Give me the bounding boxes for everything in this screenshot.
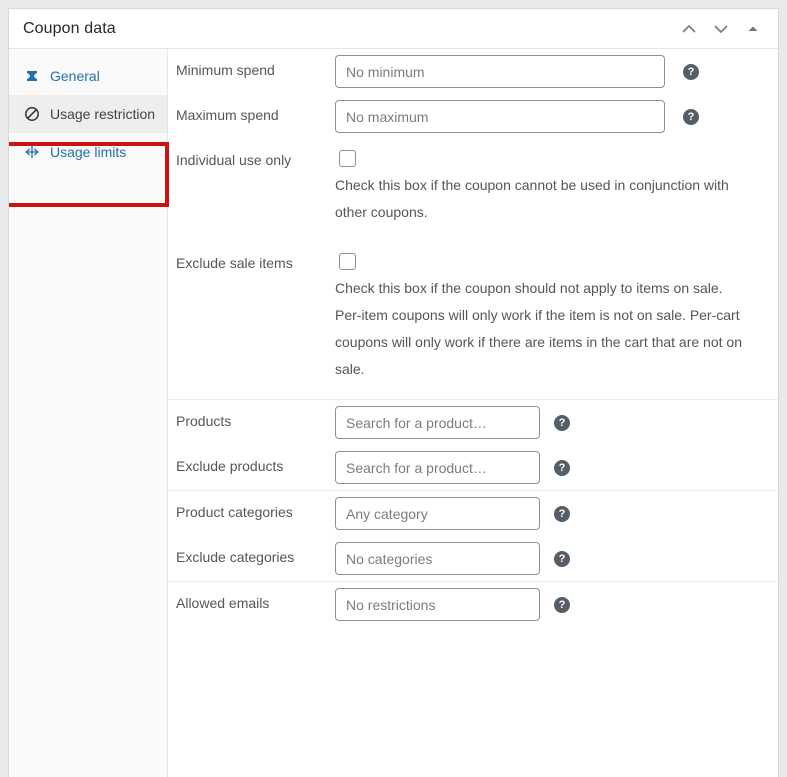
field-group-products: Products ? Exclude products ? bbox=[168, 399, 778, 490]
field-row-exclude-sale-items: Exclude sale items Check this box if the… bbox=[168, 242, 778, 399]
individual-use-only-label: Individual use only bbox=[176, 152, 292, 168]
help-icon[interactable]: ? bbox=[554, 506, 570, 522]
page-title: Coupon data bbox=[23, 19, 116, 37]
maximum-spend-input[interactable] bbox=[335, 100, 665, 133]
exclude-categories-label: Exclude categories bbox=[176, 549, 295, 565]
individual-use-only-checkbox[interactable] bbox=[339, 150, 356, 167]
minimum-spend-input[interactable] bbox=[335, 55, 665, 88]
exclude-sale-items-checkbox[interactable] bbox=[339, 253, 356, 270]
help-icon[interactable]: ? bbox=[554, 551, 570, 567]
exclude-categories-input[interactable] bbox=[335, 542, 540, 575]
move-up-button[interactable] bbox=[674, 14, 704, 44]
exclude-products-search-input[interactable] bbox=[335, 451, 540, 484]
field-group-categories: Product categories ? Exclude categories … bbox=[168, 490, 778, 581]
individual-use-only-description: Check this box if the coupon cannot be u… bbox=[335, 177, 729, 220]
usage-limits-icon bbox=[23, 142, 41, 162]
exclude-sale-items-description: Check this box if the coupon should not … bbox=[335, 280, 742, 377]
individual-use-only-control: Check this box if the coupon cannot be u… bbox=[335, 139, 778, 242]
field-group-emails: Allowed emails ? bbox=[168, 581, 778, 627]
help-icon[interactable]: ? bbox=[683, 109, 699, 125]
help-icon[interactable]: ? bbox=[554, 597, 570, 613]
field-row-product-categories: Product categories ? bbox=[168, 491, 778, 536]
chevron-down-icon bbox=[711, 19, 731, 39]
sidebar-item-general[interactable]: General bbox=[9, 57, 167, 95]
allowed-emails-control: ? bbox=[335, 582, 778, 627]
allowed-emails-label: Allowed emails bbox=[176, 595, 270, 611]
coupon-data-tabs: General Usage restriction Usage limits bbox=[9, 49, 169, 777]
exclude-products-label: Exclude products bbox=[176, 458, 284, 474]
exclude-products-control: ? bbox=[335, 445, 778, 490]
panel-header-actions bbox=[674, 9, 768, 49]
minimum-spend-label: Minimum spend bbox=[176, 62, 275, 78]
triangle-up-icon bbox=[743, 19, 763, 39]
field-row-individual-use-only: Individual use only Check this box if th… bbox=[168, 139, 778, 242]
toggle-panel-button[interactable] bbox=[738, 14, 768, 44]
maximum-spend-label: Maximum spend bbox=[176, 107, 279, 123]
field-group-spend-and-flags: Minimum spend ? Maximum spend ? Individu… bbox=[168, 49, 778, 399]
help-icon[interactable]: ? bbox=[554, 460, 570, 476]
panel-header: Coupon data bbox=[9, 9, 778, 49]
move-down-button[interactable] bbox=[706, 14, 736, 44]
product-categories-control: ? bbox=[335, 491, 778, 536]
exclude-categories-control: ? bbox=[335, 536, 778, 581]
maximum-spend-control: ? bbox=[335, 94, 778, 139]
prohibition-icon bbox=[23, 104, 41, 124]
allowed-emails-input[interactable] bbox=[335, 588, 540, 621]
sidebar-item-label: Usage limits bbox=[50, 144, 127, 160]
products-control: ? bbox=[335, 400, 778, 445]
panel-body: General Usage restriction Usage limits M… bbox=[9, 49, 778, 777]
product-categories-label: Product categories bbox=[176, 504, 293, 520]
field-row-exclude-products: Exclude products ? bbox=[168, 445, 778, 490]
products-search-input[interactable] bbox=[335, 406, 540, 439]
sidebar-item-usage-limits[interactable]: Usage limits bbox=[9, 133, 167, 171]
coupon-data-panel: Coupon data General Usage restriction Us… bbox=[8, 8, 779, 777]
sidebar-item-label: General bbox=[50, 68, 100, 84]
field-row-exclude-categories: Exclude categories ? bbox=[168, 536, 778, 581]
chevron-up-icon bbox=[679, 19, 699, 39]
sidebar-item-usage-restriction[interactable]: Usage restriction bbox=[9, 95, 167, 133]
help-icon[interactable]: ? bbox=[683, 64, 699, 80]
field-row-products: Products ? bbox=[168, 400, 778, 445]
minimum-spend-control: ? bbox=[335, 49, 778, 94]
help-icon[interactable]: ? bbox=[554, 415, 570, 431]
field-row-minimum-spend: Minimum spend ? bbox=[168, 49, 778, 94]
field-row-allowed-emails: Allowed emails ? bbox=[168, 582, 778, 627]
sidebar-item-label: Usage restriction bbox=[50, 106, 156, 122]
coupon-ticket-icon bbox=[23, 66, 41, 86]
field-row-maximum-spend: Maximum spend ? bbox=[168, 94, 778, 139]
exclude-sale-items-control: Check this box if the coupon should not … bbox=[335, 242, 778, 399]
product-categories-input[interactable] bbox=[335, 497, 540, 530]
products-label: Products bbox=[176, 413, 232, 429]
usage-restriction-form: Minimum spend ? Maximum spend ? Individu… bbox=[168, 49, 778, 777]
exclude-sale-items-label: Exclude sale items bbox=[176, 255, 293, 271]
